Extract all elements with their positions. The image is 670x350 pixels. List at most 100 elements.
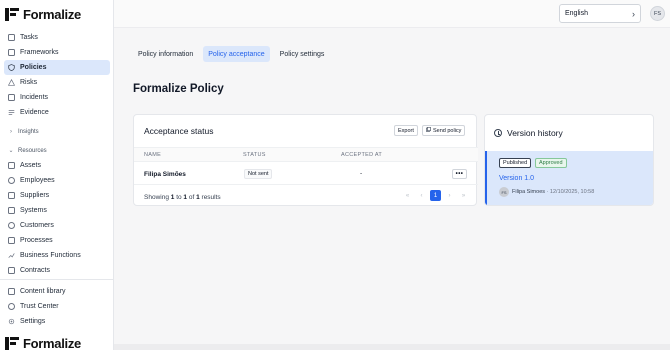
version-link[interactable]: Version 1.0 <box>499 175 534 182</box>
published-badge: Published <box>499 158 532 168</box>
column-header-accepted-at: ACCEPTED AT <box>341 152 383 158</box>
sidebar-item-risks[interactable]: Risks <box>4 75 110 90</box>
page-title: Formalize Policy <box>133 83 224 95</box>
sidebar-item-label: Systems <box>20 207 47 214</box>
bottom-strip <box>114 344 670 350</box>
sidebar-item-label: Assets <box>20 162 42 169</box>
summary-text: Showing <box>144 194 169 201</box>
sidebar-item-business-functions[interactable]: Business Functions <box>4 248 110 263</box>
systems-icon <box>8 207 15 214</box>
summary-text: to <box>176 194 182 201</box>
incident-icon <box>8 94 15 101</box>
sidebar-item-label: Employees <box>20 177 55 184</box>
sidebar-item-label: Content library <box>20 288 66 295</box>
sidebar-item-label: Evidence <box>20 109 49 116</box>
topbar: English › FS <box>114 0 670 28</box>
tab-policy-information[interactable]: Policy information <box>133 46 198 62</box>
suppliers-icon <box>8 192 15 199</box>
sidebar-item-assets[interactable]: Assets <box>4 158 110 173</box>
contracts-icon <box>8 267 15 274</box>
language-value: English <box>565 10 588 17</box>
sidebar-item-label: Tasks <box>20 34 38 41</box>
sidebar-item-customers[interactable]: Customers <box>4 218 110 233</box>
sidebar-item-label: Settings <box>20 318 46 325</box>
tab-policy-settings[interactable]: Policy settings <box>275 46 330 62</box>
button-label: Send policy <box>433 127 462 134</box>
more-actions-button[interactable]: ••• <box>452 169 467 179</box>
sidebar-item-processes[interactable]: Processes <box>4 233 110 248</box>
tasks-icon <box>8 34 15 41</box>
pagination-summary: Showing 1 to 1 of 1 results <box>144 194 221 201</box>
library-icon <box>8 288 15 295</box>
logo[interactable]: Formalize <box>5 6 81 22</box>
sidebar-item-settings[interactable]: Settings <box>4 314 110 329</box>
processes-icon <box>8 237 15 244</box>
sidebar-item-policies[interactable]: Policies <box>4 60 110 75</box>
ellipsis-icon: ••• <box>455 171 464 177</box>
row-accepted-at: - <box>360 170 363 177</box>
sidebar-item-label: Risks <box>20 79 38 86</box>
sidebar-item-label: Processes <box>20 237 53 244</box>
sidebar-item-employees[interactable]: Employees <box>4 173 110 188</box>
footer-logo: Formalize <box>5 335 81 350</box>
version-history-card: Version history Published Approved Versi… <box>484 114 654 206</box>
assets-icon <box>8 162 15 169</box>
page-number[interactable]: 1 <box>430 190 441 201</box>
bottom-nav: Content library Trust Center Settings <box>4 284 110 329</box>
sidebar-item-systems[interactable]: Systems <box>4 203 110 218</box>
gear-icon <box>8 318 15 325</box>
sidebar-item-trust-center[interactable]: Trust Center <box>4 299 110 314</box>
resources-toggle[interactable]: ⌄ Resources <box>4 143 110 158</box>
author-avatar: FS <box>499 187 509 197</box>
button-label: Export <box>398 127 414 134</box>
send-policy-button[interactable]: Send policy <box>422 125 466 136</box>
user-avatar[interactable]: FS <box>650 6 665 21</box>
sidebar-item-label: Policies <box>20 64 47 71</box>
sidebar-item-incidents[interactable]: Incidents <box>4 90 110 105</box>
send-icon <box>426 126 431 134</box>
acceptance-status-card: Acceptance status Export Send policy NAM… <box>133 114 478 206</box>
export-button[interactable]: Export <box>394 125 418 136</box>
sidebar-item-label: Contracts <box>20 267 50 274</box>
customers-icon <box>8 222 15 229</box>
brand-name: Formalize <box>23 335 81 350</box>
card-title: Version history <box>507 128 563 138</box>
column-header-name: NAME <box>144 152 162 158</box>
brand-name: Formalize <box>23 6 81 22</box>
language-select[interactable]: English › <box>559 4 641 23</box>
summary-text: of <box>188 194 195 201</box>
summary-to: 1 <box>183 194 188 201</box>
sidebar-item-contracts[interactable]: Contracts <box>4 263 110 278</box>
sidebar-item-label: Frameworks <box>20 49 59 56</box>
version-item[interactable]: Published Approved Version 1.0 FS Filipa… <box>485 151 653 205</box>
sidebar: Formalize Tasks Frameworks Policies Risk… <box>0 0 114 350</box>
sidebar-item-frameworks[interactable]: Frameworks <box>4 45 110 60</box>
employees-icon <box>8 177 15 184</box>
sidebar-item-tasks[interactable]: Tasks <box>4 30 110 45</box>
first-page-icon[interactable]: « <box>402 190 413 201</box>
next-page-icon[interactable]: › <box>444 190 455 201</box>
sidebar-item-label: Business Functions <box>20 252 81 259</box>
table-header: NAME STATUS ACCEPTED AT <box>134 147 478 162</box>
last-page-icon[interactable]: » <box>458 190 469 201</box>
insights-toggle[interactable]: › Insights <box>4 124 110 139</box>
sidebar-item-suppliers[interactable]: Suppliers <box>4 188 110 203</box>
chevron-right-icon: › <box>10 128 12 135</box>
insights-section: › Insights <box>4 124 110 139</box>
table-row[interactable]: Filipa Simões Not sent - ••• <box>134 163 478 185</box>
status-badge: Not sent <box>244 169 273 179</box>
clock-icon <box>494 129 502 137</box>
shield-icon <box>8 64 15 71</box>
section-label: Insights <box>18 128 39 135</box>
sidebar-item-label: Trust Center <box>20 303 59 310</box>
prev-page-icon[interactable]: ‹ <box>416 190 427 201</box>
warning-icon <box>7 78 16 86</box>
formalize-logo-icon <box>5 7 19 21</box>
pagination: « ‹ 1 › » <box>402 190 469 201</box>
sidebar-item-label: Suppliers <box>20 192 50 199</box>
divider <box>0 279 114 280</box>
sidebar-item-evidence[interactable]: Evidence <box>4 105 110 120</box>
sidebar-item-content-library[interactable]: Content library <box>4 284 110 299</box>
tab-policy-acceptance[interactable]: Policy acceptance <box>203 46 270 62</box>
sidebar-item-label: Customers <box>20 222 54 229</box>
